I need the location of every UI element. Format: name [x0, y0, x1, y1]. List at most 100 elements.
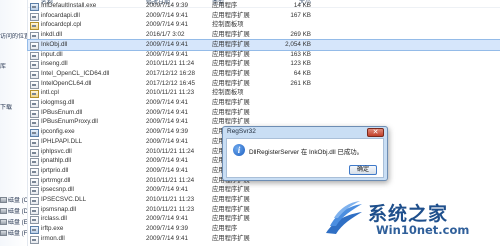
file-row[interactable]: inkdl.dll 2016/1/7 3:02 应用程序扩展 269 KB — [28, 30, 500, 41]
file-type: 应用程序 — [212, 225, 238, 233]
nav-item-label: 磁盘 (F:) — [8, 231, 27, 237]
file-date: 2009/7/14 9:41 — [146, 137, 189, 145]
nav-item[interactable] — [0, 135, 27, 144]
file-row[interactable]: InkObj.dll 2009/7/14 9:41 应用程序扩展 2,054 KB — [27, 38, 500, 51]
regsvr32-dialog: RegSvr32 ✕ i DllRegisterServer 在 InkObj.… — [222, 126, 388, 181]
file-type: 应用程序扩展 — [212, 205, 250, 213]
file-type: 应用程序扩展 — [212, 108, 250, 116]
file-name: ipnathlp.dll — [41, 157, 72, 165]
nav-item-label: 磁盘 (C:) — [8, 198, 27, 204]
file-date: 2010/11/21 11:24 — [146, 147, 195, 155]
nav-item-label: 库 — [0, 64, 7, 70]
dialog-title: RegSvr32 — [227, 128, 256, 135]
file-row[interactable]: Intel_OpenCL_ICD64.dll 2017/12/12 16:28 应用… — [28, 69, 500, 79]
file-date: 2010/11/21 11:24 — [146, 60, 195, 68]
file-size: 167 KB — [290, 11, 311, 19]
file-name: infocardcpl.cpl — [41, 21, 82, 29]
file-type: 应用程序扩展 — [212, 69, 250, 77]
drive-icon — [0, 208, 7, 215]
file-type: 应用程序扩展 — [212, 31, 250, 39]
nav-item-label: 磁盘 (D:) — [8, 209, 27, 215]
file-name: inseng.dll — [41, 60, 68, 68]
file-row[interactable]: IPBusEnum.dll 2009/7/14 9:41 应用程序扩展 — [28, 108, 500, 118]
navigation-pane: 访问的位置库下载磁盘 (C:) 磁盘 (D:) 磁盘 (E:) 磁盘 (F:) — [0, 0, 28, 246]
file-type: 应用程序扩展 — [212, 50, 250, 58]
file-type: 应用程序扩展 — [212, 99, 250, 106]
file-size: 163 KB — [290, 50, 311, 58]
file-name: IPBusEnum.dll — [41, 108, 83, 116]
nav-item-label: 访问的位置 — [0, 34, 27, 40]
file-row[interactable]: ipsecsnp.dll 2009/7/14 9:41 应用程序扩展 — [28, 185, 500, 196]
file-name: IPHLPAPI.DLL — [41, 137, 83, 145]
file-name: iologmsg.dll — [41, 99, 75, 106]
file-date: 2010/11/21 11:23 — [146, 196, 195, 203]
nav-item[interactable]: 访问的位置 — [0, 33, 27, 42]
file-row[interactable]: inseng.dll 2010/11/21 11:24 应用程序扩展 123 KB — [28, 59, 500, 70]
file-type: 应用程序 — [212, 2, 238, 9]
watermark-logo-icon — [326, 201, 362, 234]
file-row[interactable]: infocardapi.dll 2009/7/14 9:41 应用程序扩展 167 K… — [28, 11, 500, 21]
nav-item[interactable]: 磁盘 (E:) — [0, 219, 27, 228]
file-date: 2009/7/14 9:41 — [146, 50, 189, 58]
file-size: 269 KB — [290, 31, 311, 39]
file-size: 14 KB — [293, 2, 311, 9]
ok-button[interactable]: 确定 — [349, 165, 377, 175]
file-row[interactable]: input.dll 2009/7/14 9:41 应用程序扩展 163 KB — [28, 50, 500, 60]
drive-icon — [0, 219, 7, 226]
nav-item[interactable]: 磁盘 (F:) — [0, 230, 27, 239]
nav-item[interactable]: 磁盘 (D:) — [0, 208, 27, 217]
file-name: IPSECSVC.DLL — [41, 196, 87, 203]
file-type: 应用程序扩展 — [212, 11, 250, 19]
file-name: iprtrmgr.dll — [41, 176, 71, 184]
file-date: 2009/7/14 9:41 — [146, 118, 189, 126]
nav-item-label: 下载 — [0, 105, 13, 111]
drive-icon — [0, 197, 7, 204]
nav-item-label: 磁盘 (E:) — [8, 220, 27, 226]
file-name: IntelOpenCL64.dll — [41, 79, 92, 87]
file-date: 2009/7/14 9:41 — [146, 157, 189, 165]
dll-file-icon — [30, 235, 39, 244]
file-type: 应用程序扩展 — [212, 186, 250, 194]
file-row[interactable]: intl.cpl 2010/11/21 11:23 控制面板项 — [28, 88, 500, 99]
file-name: ipconfig.exe — [41, 128, 75, 136]
file-row[interactable]: IntelOpenCL64.dll 2017/12/12 16:45 应用程序扩展 2… — [28, 79, 500, 89]
file-name: intl.cpl — [41, 89, 59, 97]
file-type: 控制面板项 — [212, 89, 244, 97]
nav-item[interactable]: 库 — [0, 63, 27, 72]
file-type: 控制面板项 — [212, 21, 244, 29]
nav-item[interactable]: 磁盘 (C:) — [0, 197, 27, 206]
file-date: 2017/12/12 16:28 — [146, 69, 196, 77]
watermark-title: 系统之家 — [368, 203, 449, 225]
file-type: 应用程序扩展 — [212, 40, 250, 48]
file-size: 64 KB — [293, 69, 311, 77]
close-button[interactable]: ✕ — [367, 128, 384, 137]
file-date: 2009/7/14 9:41 — [146, 234, 189, 242]
file-type: 应用程序扩展 — [212, 79, 250, 87]
file-date: 2009/7/14 9:41 — [146, 186, 189, 194]
nav-item[interactable]: 下载 — [0, 104, 27, 113]
file-date: 2009/7/14 9:41 — [146, 99, 189, 106]
file-type: 应用程序扩展 — [212, 234, 250, 242]
file-date: 2017/12/12 16:45 — [146, 79, 196, 87]
dialog-body: i DllRegisterServer 在 InkObj.dll 已成功。 确定 — [226, 138, 384, 178]
file-name: irmon.dll — [41, 234, 65, 242]
file-name: irftp.exe — [41, 225, 64, 233]
file-name: irclass.dll — [41, 215, 67, 223]
file-name: input.dll — [41, 50, 63, 58]
watermark-url: Win10net.com — [376, 223, 470, 237]
file-type: 应用程序扩展 — [212, 215, 250, 223]
file-date: 2009/7/14 9:41 — [146, 40, 189, 48]
watermark: 系统之家 Win10net.com — [324, 196, 498, 244]
file-date: 2009/7/14 9:41 — [146, 11, 189, 19]
file-date: 2016/1/7 3:02 — [146, 31, 185, 39]
file-row[interactable]: InfDefaultInstall.exe 2009/7/14 9:39 应用程序 1… — [28, 1, 500, 11]
file-date: 2010/11/21 11:23 — [146, 205, 195, 213]
file-name: iprtprio.dll — [41, 166, 69, 174]
file-date: 2009/7/14 9:39 — [146, 2, 189, 9]
file-row[interactable]: infocardcpl.cpl 2009/7/14 9:41 控制面板项 — [28, 20, 500, 31]
nav-item[interactable] — [0, 0, 27, 9]
file-row[interactable]: iologmsg.dll 2009/7/14 9:41 应用程序扩展 — [28, 98, 500, 108]
file-name: iphlpsvc.dll — [41, 147, 72, 155]
file-type: 应用程序扩展 — [212, 196, 250, 203]
file-size: 2,054 KB — [285, 40, 311, 48]
